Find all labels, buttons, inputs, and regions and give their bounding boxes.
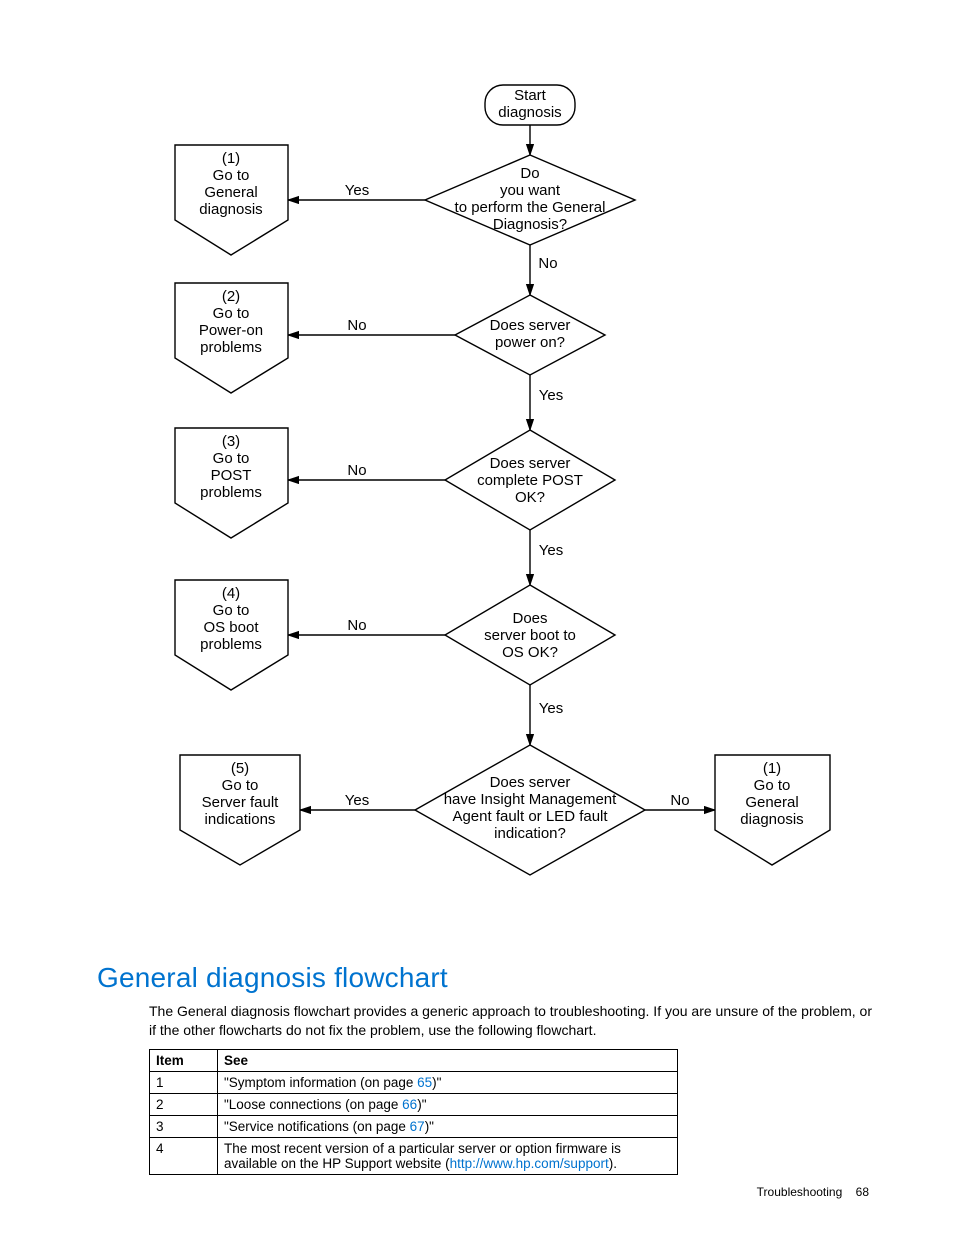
table-row: 1 "Symptom information (on page 65)" xyxy=(150,1072,678,1094)
table-cell-see: "Loose connections (on page 66)" xyxy=(218,1094,678,1116)
edge-label-no-2: No xyxy=(347,317,366,334)
edge-label-yes-2: Yes xyxy=(539,387,563,404)
table-header-see: See xyxy=(218,1050,678,1072)
edge-label-no-5: No xyxy=(670,792,689,809)
url-link[interactable]: http://www.hp.com/support xyxy=(450,1156,609,1171)
document-page: Startdiagnosis Doyou wantto perform the … xyxy=(0,0,954,1235)
table-cell-see: "Symptom information (on page 65)" xyxy=(218,1072,678,1094)
table-cell-see: The most recent version of a particular … xyxy=(218,1138,678,1175)
decision-2-text: Does serverpower on? xyxy=(490,317,571,351)
page-link[interactable]: 66 xyxy=(402,1097,417,1112)
edge-label-yes-5: Yes xyxy=(345,792,369,809)
section-heading: General diagnosis flowchart xyxy=(97,962,448,994)
table-cell-item: 4 xyxy=(150,1138,218,1175)
edge-label-yes-4: Yes xyxy=(539,700,563,717)
table-cell-item: 3 xyxy=(150,1116,218,1138)
page-link[interactable]: 65 xyxy=(417,1075,432,1090)
footer-section: Troubleshooting xyxy=(757,1185,843,1199)
edge-label-yes-1: Yes xyxy=(345,182,369,199)
edge-label-yes-3: Yes xyxy=(539,542,563,559)
table-row: 2 "Loose connections (on page 66)" xyxy=(150,1094,678,1116)
edge-label-no-3: No xyxy=(347,462,366,479)
table-cell-item: 1 xyxy=(150,1072,218,1094)
reference-table: Item See 1 "Symptom information (on page… xyxy=(149,1049,678,1175)
table-row: 3 "Service notifications (on page 67)" xyxy=(150,1116,678,1138)
table-header-item: Item xyxy=(150,1050,218,1072)
table-cell-see: "Service notifications (on page 67)" xyxy=(218,1116,678,1138)
table-row: 4 The most recent version of a particula… xyxy=(150,1138,678,1175)
footer-page-number: 68 xyxy=(856,1185,869,1199)
edge-label-no-4: No xyxy=(347,617,366,634)
page-footer: Troubleshooting 68 xyxy=(757,1185,869,1199)
edge-label-no-1: No xyxy=(538,255,557,272)
flowchart-svg: Startdiagnosis Doyou wantto perform the … xyxy=(0,0,954,950)
page-link[interactable]: 67 xyxy=(410,1119,425,1134)
body-paragraph: The General diagnosis flowchart provides… xyxy=(149,1002,879,1040)
table-cell-item: 2 xyxy=(150,1094,218,1116)
